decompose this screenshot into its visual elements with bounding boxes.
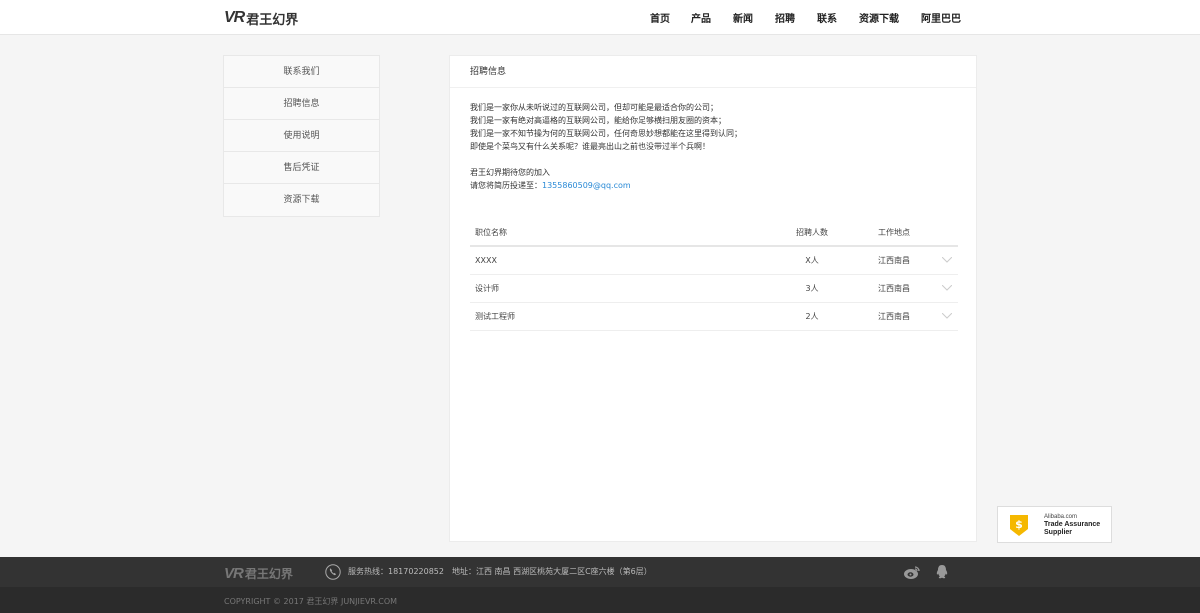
- footer-logo-mark: VR: [224, 565, 244, 582]
- sidebar-item-recruit[interactable]: 招聘信息: [224, 88, 379, 120]
- nav-news[interactable]: 新闻: [733, 10, 753, 25]
- chevron-down-icon[interactable]: [942, 257, 952, 263]
- dollar-shield-icon: $: [1010, 514, 1028, 536]
- nav-home[interactable]: 首页: [650, 10, 670, 25]
- intro-line: 我们是一家不知节操为何的互联网公司，任何奇思妙想都能在这里得到认同；: [470, 129, 742, 138]
- chevron-down-icon[interactable]: [942, 285, 952, 291]
- nav-contact[interactable]: 联系: [817, 10, 837, 25]
- service-hotline: 服务热线：18170220852: [348, 567, 444, 576]
- job-count: 2人: [805, 312, 819, 321]
- intro-line: 我们是一家有绝对高逼格的互联网公司，能给你足够横扫朋友圈的资本；: [470, 116, 726, 125]
- footer-logo-text: 君王幻界: [244, 567, 293, 581]
- site-header: VR 君王幻界 首页 产品 新闻 招聘 联系 资源下载 阿里巴巴: [0, 0, 1200, 35]
- sidebar-item-warranty[interactable]: 售后凭证: [224, 152, 379, 184]
- table-row[interactable]: 设计师 3人 江西南昌: [470, 275, 958, 303]
- logo-text: 君王幻界: [246, 12, 299, 28]
- svg-text:$: $: [1015, 518, 1023, 531]
- table-row[interactable]: 测试工程师 2人 江西南昌: [470, 303, 958, 331]
- job-count: 3人: [805, 284, 819, 293]
- site-footer: VR 君王幻界 服务热线：18170220852 地址：江西 南昌 西湖区桃苑大…: [0, 557, 1200, 613]
- job-name: 设计师: [475, 284, 499, 293]
- jobs-table: 职位名称 招聘人数 工作地点 XXXX X人 江西南昌 设计师 3人 江西南昌 …: [470, 221, 958, 331]
- main-nav: 首页 产品 新闻 招聘 联系 资源下载 阿里巴巴: [650, 0, 983, 35]
- trade-line1: Alibaba.com: [1044, 513, 1078, 520]
- phone-icon: [325, 564, 341, 580]
- page-title: 招聘信息: [450, 56, 976, 88]
- col-header-count: 招聘人数: [796, 228, 828, 237]
- sidebar-item-manual[interactable]: 使用说明: [224, 120, 379, 152]
- job-count: X人: [805, 256, 819, 265]
- nav-downloads[interactable]: 资源下载: [859, 10, 899, 25]
- job-location: 江西南昌: [878, 284, 910, 293]
- nav-alibaba[interactable]: 阿里巴巴: [921, 10, 961, 25]
- nav-products[interactable]: 产品: [691, 10, 711, 25]
- site-logo[interactable]: VR 君王幻界: [224, 9, 299, 28]
- sidebar: 联系我们 招聘信息 使用说明 售后凭证 资源下载: [223, 55, 380, 217]
- job-name: XXXX: [475, 256, 497, 265]
- trade-text: Alibaba.com Trade Assurance Supplier: [1044, 513, 1100, 537]
- company-address: 地址：江西 南昌 西湖区桃苑大厦二区C座六楼（第6层）: [452, 567, 652, 576]
- email-link[interactable]: 1355860509@qq.com: [542, 181, 631, 190]
- col-header-location: 工作地点: [878, 228, 910, 237]
- col-header-name: 职位名称: [475, 228, 507, 237]
- welcome-text: 君王幻界期待您的加入: [470, 168, 550, 177]
- sidebar-item-contact[interactable]: 联系我们: [224, 56, 379, 88]
- intro-line: 我们是一家你从未听说过的互联网公司，但却可能是最适合你的公司；: [470, 103, 718, 112]
- recruit-intro: 我们是一家你从未听说过的互联网公司，但却可能是最适合你的公司； 我们是一家有绝对…: [470, 101, 742, 192]
- qq-icon[interactable]: [935, 564, 949, 580]
- sidebar-item-downloads[interactable]: 资源下载: [224, 184, 379, 216]
- intro-line: 即使是个菜鸟又有什么关系呢？谁最亮出山之前也没带过半个兵啊！: [470, 142, 710, 151]
- recruit-panel: 招聘信息 我们是一家你从未听说过的互联网公司，但却可能是最适合你的公司； 我们是…: [449, 55, 977, 542]
- logo-mark: VR: [224, 9, 245, 26]
- trade-assurance-badge[interactable]: $ Alibaba.com Trade Assurance Supplier: [997, 506, 1112, 543]
- resume-prefix: 请您将简历投递至：: [470, 181, 542, 190]
- resume-line: 请您将简历投递至：1355860509@qq.com: [470, 179, 742, 192]
- job-name: 测试工程师: [475, 312, 515, 321]
- job-location: 江西南昌: [878, 256, 910, 265]
- table-row[interactable]: XXXX X人 江西南昌: [470, 247, 958, 275]
- copyright: COPYRIGHT © 2017 君王幻界 JUNJIEVR.COM: [224, 597, 398, 606]
- nav-recruit[interactable]: 招聘: [775, 10, 795, 25]
- trade-line3: Supplier: [1044, 528, 1073, 536]
- footer-logo[interactable]: VR 君王幻界: [224, 565, 293, 582]
- chevron-down-icon[interactable]: [942, 313, 952, 319]
- weibo-icon[interactable]: [903, 564, 921, 580]
- trade-line2: Trade Assurance: [1044, 520, 1101, 528]
- table-header: 职位名称 招聘人数 工作地点: [470, 221, 958, 247]
- job-location: 江西南昌: [878, 312, 910, 321]
